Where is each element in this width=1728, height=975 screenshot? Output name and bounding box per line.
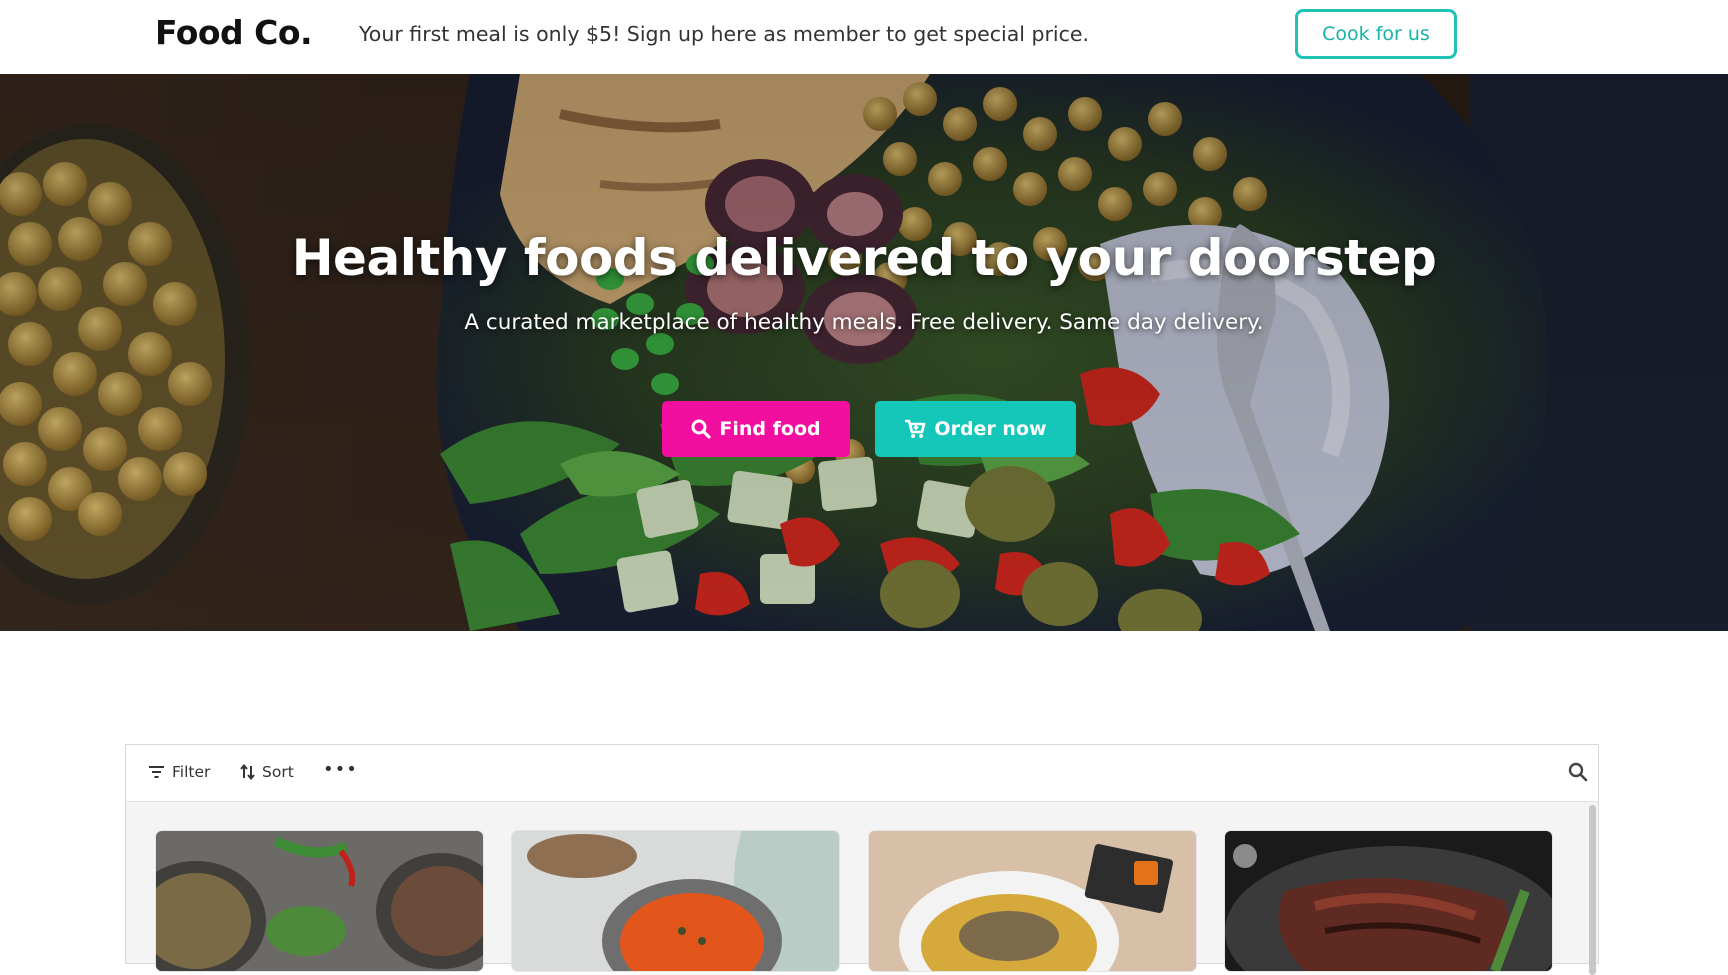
hero-title: Healthy foods delivered to your doorstep bbox=[291, 229, 1437, 287]
filter-button[interactable]: Filter bbox=[148, 763, 210, 781]
listing-toolbar: Filter Sort ••• bbox=[126, 745, 1598, 802]
filter-icon bbox=[149, 766, 164, 778]
food-card-image bbox=[512, 831, 839, 971]
search-icon bbox=[691, 419, 711, 439]
hero-subtitle: A curated marketplace of healthy meals. … bbox=[464, 310, 1264, 335]
find-food-label: Find food bbox=[719, 418, 821, 440]
sort-icon bbox=[240, 764, 255, 780]
cook-for-us-button[interactable]: Cook for us bbox=[1295, 9, 1457, 59]
hero-background-image bbox=[0, 74, 1728, 631]
search-icon bbox=[1568, 762, 1588, 782]
food-listing-panel: Filter Sort ••• bbox=[125, 744, 1599, 975]
listing-scrollbar[interactable] bbox=[1589, 805, 1596, 975]
sort-label: Sort bbox=[262, 763, 294, 781]
find-food-button[interactable]: Find food bbox=[662, 401, 850, 457]
sort-button[interactable]: Sort bbox=[240, 763, 294, 781]
brand-logo[interactable]: Food Co. bbox=[155, 13, 313, 52]
order-now-label: Order now bbox=[934, 418, 1047, 440]
more-options-button[interactable]: ••• bbox=[323, 759, 358, 780]
food-card-image bbox=[869, 831, 1196, 971]
top-navigation-bar: Food Co. Your first meal is only $5! Sig… bbox=[0, 0, 1728, 74]
filter-label: Filter bbox=[172, 763, 211, 781]
order-now-button[interactable]: Order now bbox=[875, 401, 1076, 457]
food-card-image bbox=[1225, 831, 1552, 971]
listing-search-button[interactable] bbox=[1568, 762, 1588, 787]
hero-banner: Healthy foods delivered to your doorstep… bbox=[0, 74, 1728, 631]
promo-message: Your first meal is only $5! Sign up here… bbox=[359, 22, 1090, 46]
food-card[interactable] bbox=[512, 831, 839, 971]
cart-icon bbox=[905, 419, 926, 438]
food-card[interactable] bbox=[869, 831, 1196, 971]
food-card[interactable] bbox=[156, 831, 483, 971]
food-card-image bbox=[156, 831, 483, 971]
food-card[interactable] bbox=[1225, 831, 1552, 971]
